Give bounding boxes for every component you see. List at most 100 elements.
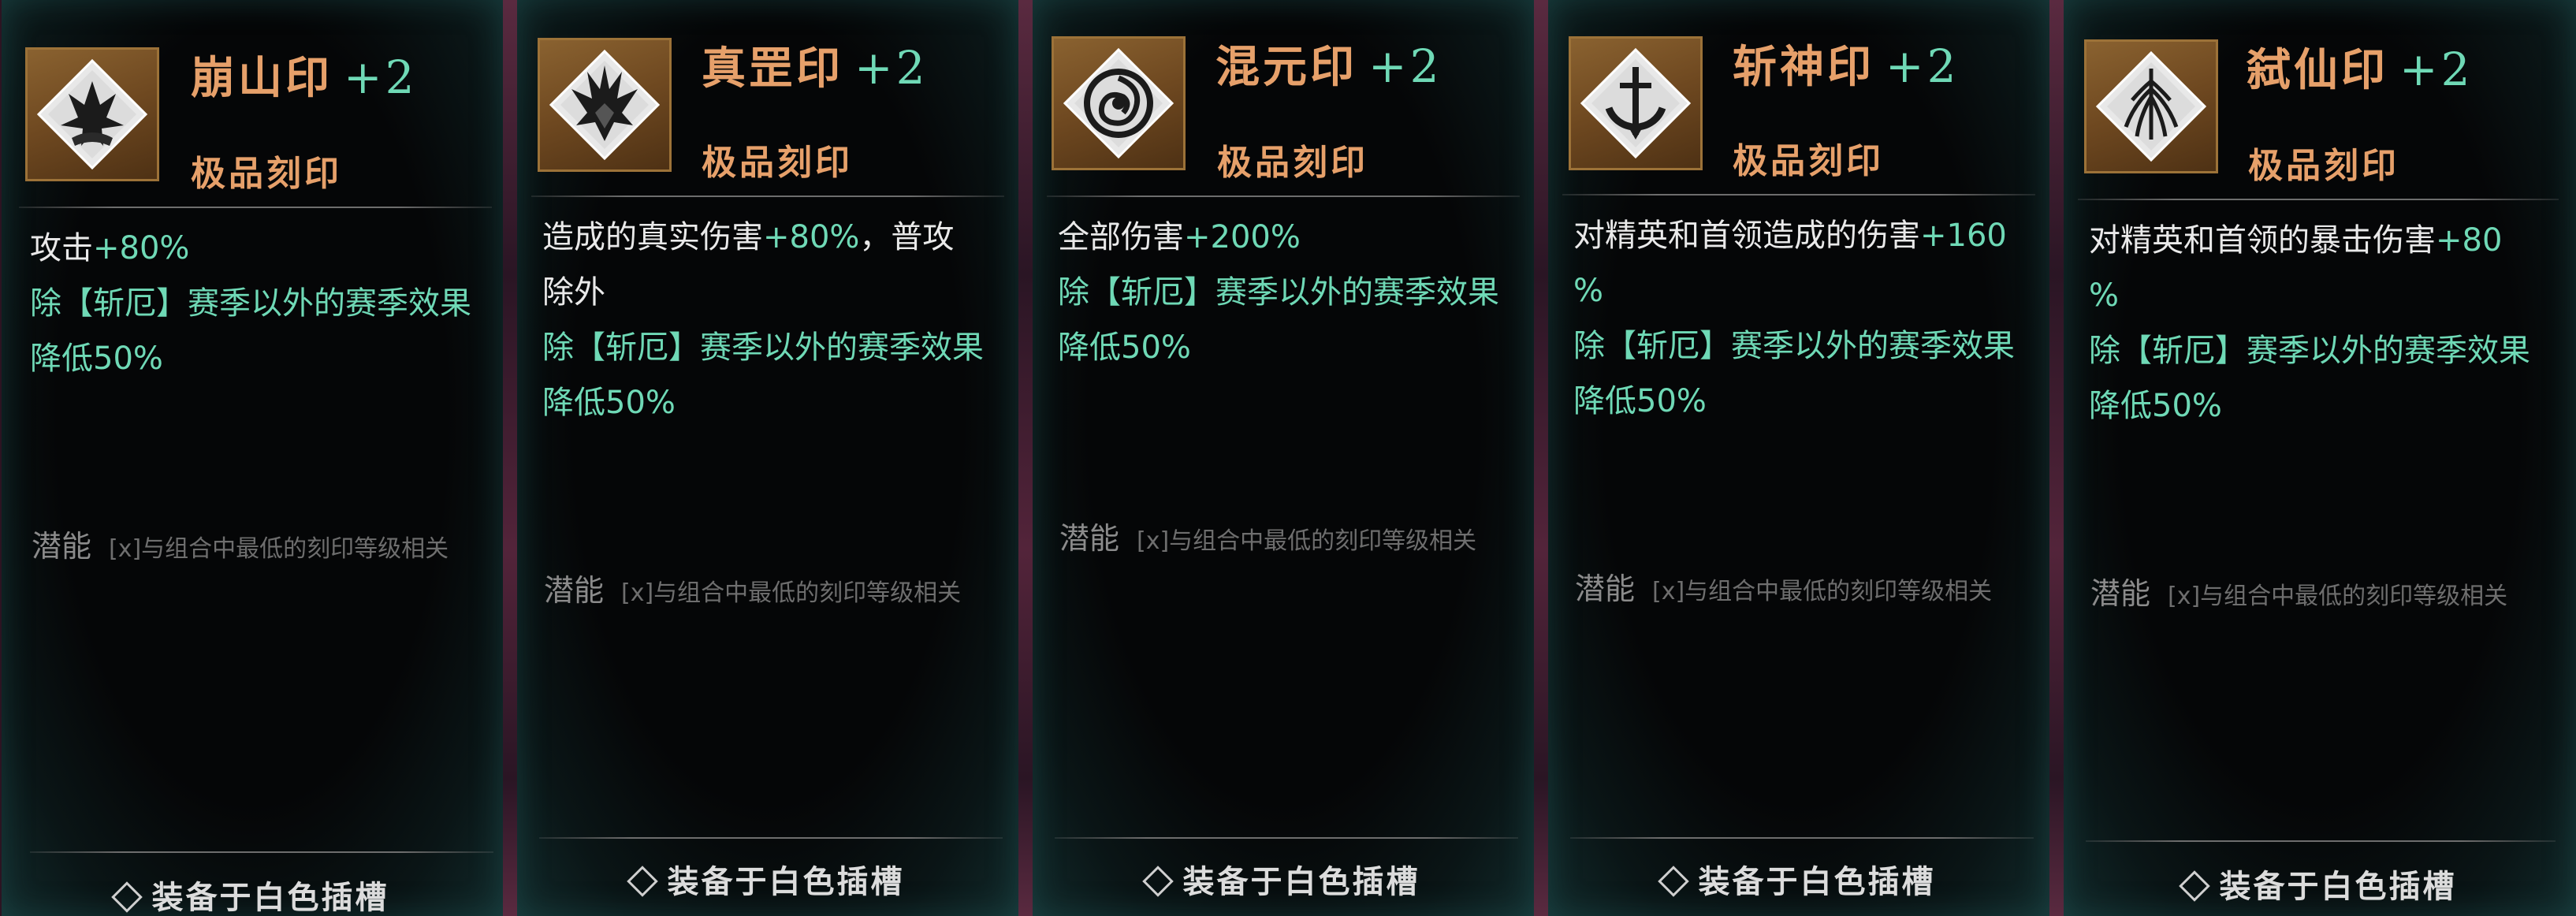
seal-card-zhengang[interactable]: 真罡印 +2 极品刻印 造成的真实伤害+80%，普攻 除外 除【斩厄】赛季以外的赛… <box>517 0 1018 916</box>
diamond-icon <box>1141 866 1174 897</box>
diamond-icon <box>110 881 143 913</box>
desc-value: 除【斩厄】赛季以外的赛季效果 <box>1058 274 1499 311</box>
desc-value: +80% <box>93 230 190 266</box>
desc-line: 降低50% <box>542 375 1007 430</box>
seal-card-bengshan[interactable]: 崩山印 +2 极品刻印 攻击+80% 除【斩厄】赛季以外的赛季效果 降低50% 潜… <box>2 0 503 916</box>
equip-slot-text: 装备于白色插槽 <box>1182 863 1420 900</box>
desc-value: 降低50% <box>542 385 676 421</box>
desc-line: 对精英和首领造成的伤害+160 <box>1573 208 2038 263</box>
potential-label: 潜能 <box>544 573 605 608</box>
desc-value: 降低50% <box>2089 388 2222 424</box>
diamond-icon <box>626 866 658 897</box>
divider <box>1570 837 2034 839</box>
potential-row: 潜能 [x]与组合中最低的刻印等级相关 <box>544 566 961 609</box>
rarity-label: 极品刻印 <box>1733 141 1884 181</box>
desc-text: 除外 <box>542 274 605 311</box>
seal-name-text: 崩山印 <box>191 52 333 104</box>
divider <box>19 207 492 208</box>
potential-desc: [x]与组合中最低的刻印等级相关 <box>1652 578 1993 605</box>
effect-description: 攻击+80% 除【斩厄】赛季以外的赛季效果 降低50% <box>30 221 495 386</box>
desc-value: 降低50% <box>1058 330 1191 366</box>
equip-slot-text: 装备于白色插槽 <box>2219 868 2457 905</box>
seal-name-text: 混元印 <box>1215 41 1357 93</box>
seal-name: 混元印 +2 <box>1215 32 1442 95</box>
potential-label: 潜能 <box>32 529 92 564</box>
potential-row: 潜能 [x]与组合中最低的刻印等级相关 <box>2090 569 2507 613</box>
rarity-label: 极品刻印 <box>702 143 853 183</box>
potential-desc: [x]与组合中最低的刻印等级相关 <box>2168 583 2508 610</box>
desc-line: 全部伤害+200% <box>1058 210 1523 265</box>
desc-value: +200% <box>1184 219 1301 255</box>
seal-name: 斩神印 +2 <box>1733 32 1960 95</box>
rarity-label: 极品刻印 <box>191 154 342 194</box>
desc-value: % <box>1573 273 1604 309</box>
seal-card-hunyuan[interactable]: 混元印 +2 极品刻印 全部伤害+200% 除【斩厄】赛季以外的赛季效果 降低50… <box>1033 0 1534 916</box>
divider <box>531 195 1004 197</box>
desc-line: 攻击+80% <box>30 221 495 276</box>
seal-name: 崩山印 +2 <box>191 43 418 106</box>
desc-text: 全部伤害 <box>1058 219 1184 255</box>
effect-description: 对精英和首领的暴击伤害+80 % 除【斩厄】赛季以外的赛季效果 降低50% <box>2089 213 2554 434</box>
desc-text: 对精英和首领造成的伤害 <box>1573 218 1920 254</box>
desc-line: 除【斩厄】赛季以外的赛季效果 <box>1573 318 2038 374</box>
potential-label: 潜能 <box>2090 576 2151 611</box>
seal-card-zhanshen[interactable]: 斩神印 +2 极品刻印 对精英和首领造成的伤害+160 % 除【斩厄】赛季以外的赛… <box>1548 0 2049 916</box>
seal-comparison-panel: 崩山印 +2 极品刻印 攻击+80% 除【斩厄】赛季以外的赛季效果 降低50% 潜… <box>0 0 2576 916</box>
desc-text: 对精英和首领的暴击伤害 <box>2089 222 2436 259</box>
potential-row: 潜能 [x]与组合中最低的刻印等级相关 <box>1575 564 1992 608</box>
equip-slot-hint: 装备于白色插槽 <box>1033 856 1534 902</box>
seal-level: +2 <box>344 50 418 104</box>
seal-name: 真罡印 +2 <box>702 33 929 97</box>
desc-line: 降低50% <box>2089 378 2554 434</box>
seal-card-shixian[interactable]: 弑仙印 +2 极品刻印 对精英和首领的暴击伤害+80 % 除【斩厄】赛季以外的赛季… <box>2064 0 2576 916</box>
desc-text: ，普攻 <box>859 219 955 255</box>
effect-description: 造成的真实伤害+80%，普攻 除外 除【斩厄】赛季以外的赛季效果 降低50% <box>542 210 1007 430</box>
effect-description: 对精英和首领造成的伤害+160 % 除【斩厄】赛季以外的赛季效果 降低50% <box>1573 208 2038 429</box>
desc-line: 除【斩厄】赛季以外的赛季效果 <box>30 276 495 331</box>
divider <box>539 837 1003 839</box>
potential-label: 潜能 <box>1059 521 1120 556</box>
divider <box>1055 837 1518 839</box>
seal-level: +2 <box>1885 39 1960 93</box>
mountain-burst-icon <box>25 47 159 181</box>
desc-value: +80% <box>763 219 860 255</box>
desc-value: % <box>2089 277 2120 314</box>
desc-line: 造成的真实伤害+80%，普攻 <box>542 210 1007 265</box>
divider <box>1047 195 1520 197</box>
swirl-orb-icon <box>1052 36 1186 170</box>
flame-spikes-icon <box>538 38 672 172</box>
feather-fan-icon <box>2084 39 2218 173</box>
seal-name-text: 真罡印 <box>702 43 843 95</box>
desc-value: +160 <box>1920 218 2007 254</box>
desc-value: 除【斩厄】赛季以外的赛季效果 <box>1573 328 2015 364</box>
desc-line: 降低50% <box>1573 374 2038 429</box>
diamond-icon <box>1657 866 1689 897</box>
diamond-icon <box>2178 870 2210 902</box>
equip-slot-hint: 装备于白色插槽 <box>2064 861 2576 907</box>
seal-name-text: 斩神印 <box>1733 41 1874 93</box>
desc-value: 降低50% <box>1573 383 1707 419</box>
divider <box>2078 199 2559 200</box>
desc-line: 除【斩厄】赛季以外的赛季效果 <box>2089 323 2554 378</box>
desc-line: 除【斩厄】赛季以外的赛季效果 <box>542 320 1007 375</box>
desc-line: % <box>2089 268 2554 323</box>
rarity-label: 极品刻印 <box>2248 146 2399 186</box>
seal-level: +2 <box>2399 43 2474 96</box>
equip-slot-text: 装备于白色插槽 <box>1698 863 1936 900</box>
desc-text: 攻击 <box>30 230 93 266</box>
potential-row: 潜能 [x]与组合中最低的刻印等级相关 <box>1059 514 1476 557</box>
seal-level: +2 <box>854 41 929 95</box>
desc-line: 对精英和首领的暴击伤害+80 <box>2089 213 2554 268</box>
sword-crescent-icon <box>1569 36 1703 170</box>
potential-desc: [x]与组合中最低的刻印等级相关 <box>621 579 962 607</box>
desc-text: 造成的真实伤害 <box>542 219 763 255</box>
equip-slot-text: 装备于白色插槽 <box>667 863 905 900</box>
equip-slot-hint: 装备于白色插槽 <box>2 872 503 916</box>
potential-row: 潜能 [x]与组合中最低的刻印等级相关 <box>32 522 449 565</box>
potential-desc: [x]与组合中最低的刻印等级相关 <box>109 535 449 563</box>
desc-line: 降低50% <box>30 331 495 386</box>
desc-line: % <box>1573 263 2038 318</box>
desc-value: +80 <box>2436 222 2503 259</box>
desc-line: 降低50% <box>1058 320 1523 375</box>
desc-line: 除【斩厄】赛季以外的赛季效果 <box>1058 265 1523 320</box>
